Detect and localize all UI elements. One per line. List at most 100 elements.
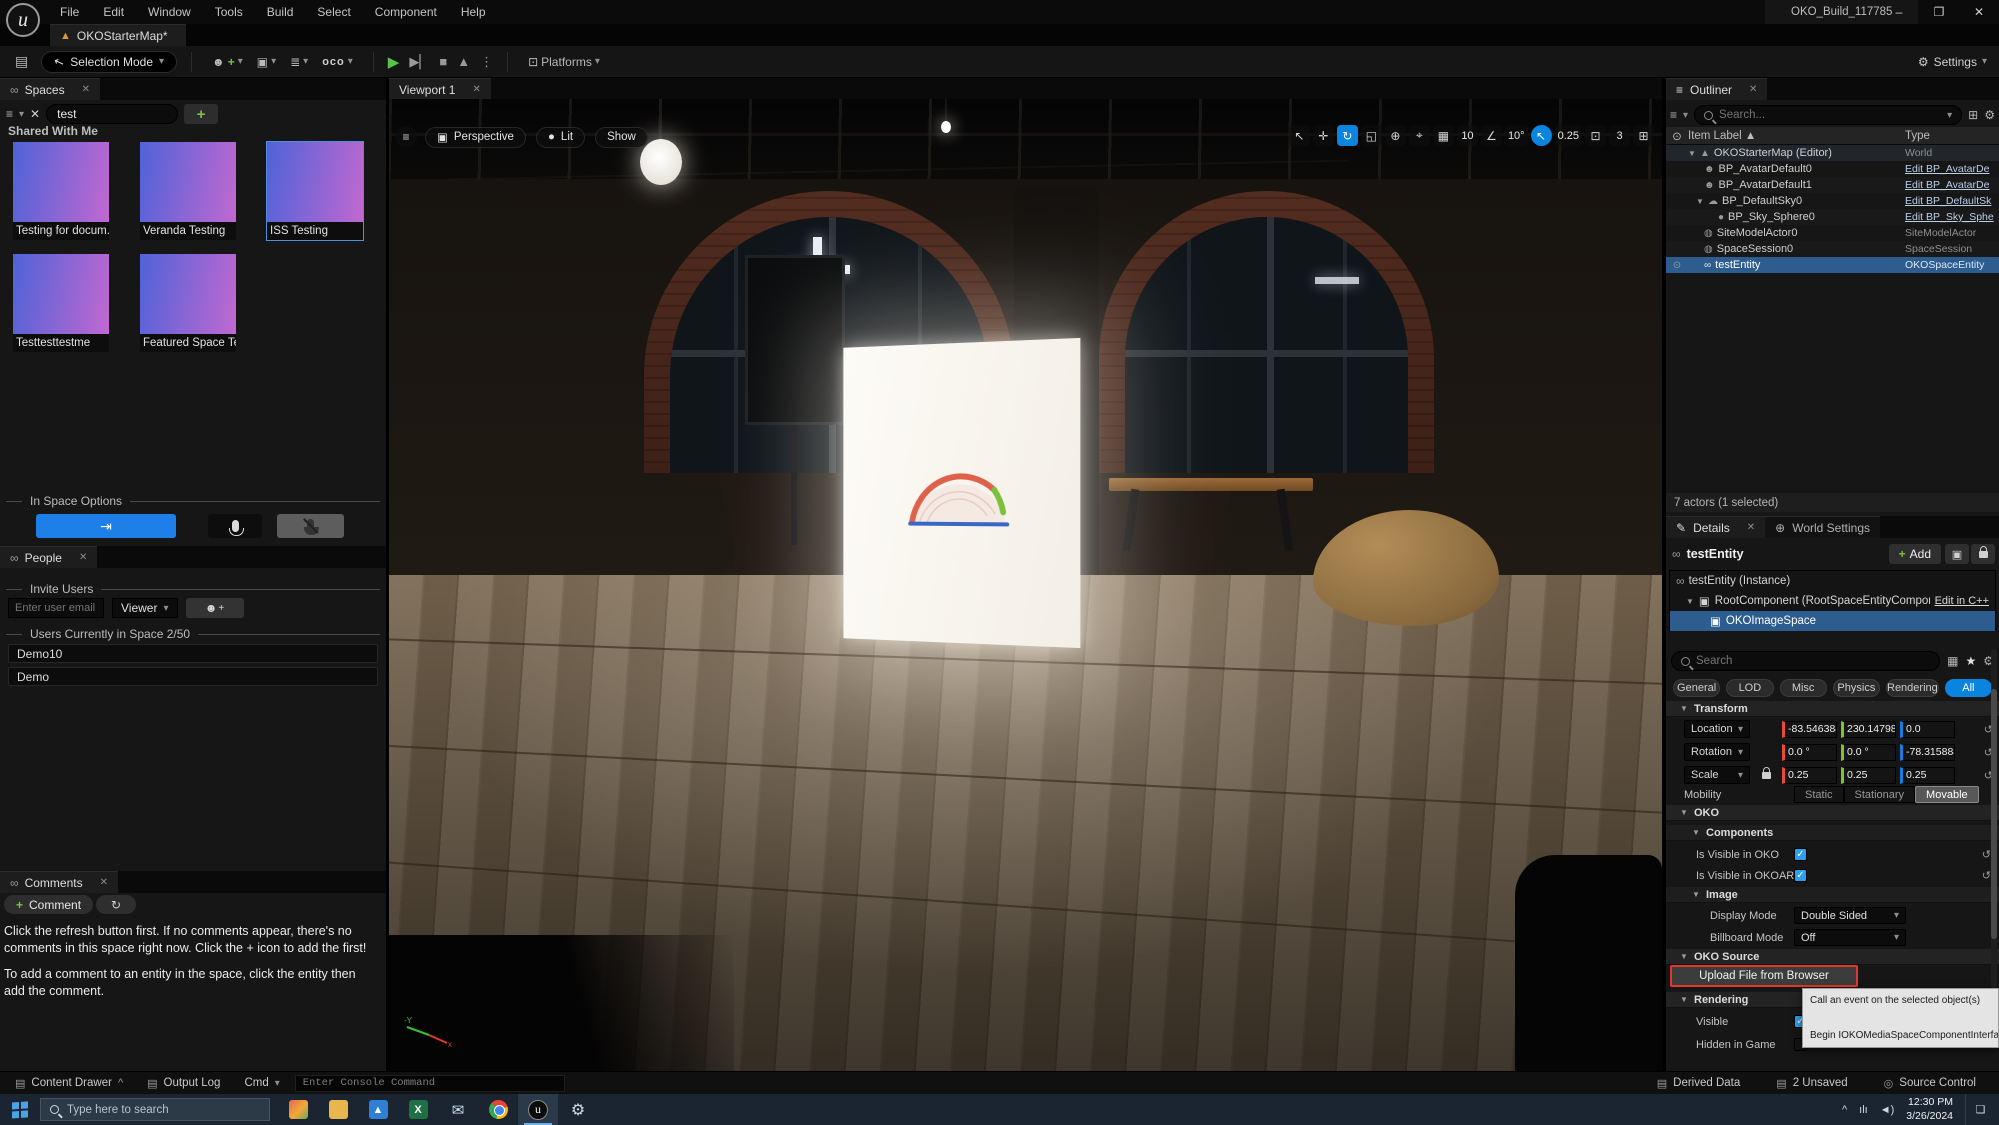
section-oko-source[interactable]: ▼OKO Source	[1666, 949, 1999, 965]
settings-dropdown[interactable]: ⚙ Settings ▾	[1918, 55, 1987, 69]
camera-count-value[interactable]: 3	[1609, 125, 1630, 146]
lit-dropdown[interactable]: ● Lit	[536, 127, 585, 148]
output-log-button[interactable]: ▤ Output Log	[138, 1072, 229, 1095]
location-z-field[interactable]: 0.0	[1900, 721, 1955, 738]
space-card-testing-docs[interactable]: Testing for docum...	[13, 142, 109, 240]
menu-build[interactable]: Build	[257, 1, 304, 23]
outliner-row-world[interactable]: ▼▲OKOStarterMap (Editor) World	[1666, 145, 1999, 161]
favorites-star-icon[interactable]: ★	[1965, 654, 1976, 668]
scale-lock-icon[interactable]	[1762, 772, 1771, 779]
user-row-demo10[interactable]: Demo10	[8, 644, 378, 663]
restore-button[interactable]: ❐	[1919, 0, 1959, 24]
close-icon[interactable]: ✕	[82, 84, 90, 95]
rotate-tool[interactable]: ↻	[1337, 125, 1358, 146]
type-column[interactable]: Type	[1905, 130, 1999, 142]
space-card-iss-testing[interactable]: ISS Testing	[267, 142, 363, 240]
filter-physics[interactable]: Physics	[1833, 679, 1880, 697]
eject-button[interactable]: ▲	[457, 54, 470, 69]
gear-icon[interactable]: ⚙	[1984, 108, 1995, 122]
unsaved-button[interactable]: ▤ 2 Unsaved	[1767, 1072, 1856, 1095]
mobility-movable[interactable]: Movable	[1915, 786, 1979, 803]
play-button[interactable]: ▶	[388, 53, 400, 71]
eye-icon[interactable]: ⊙	[1666, 129, 1688, 143]
filter-lod[interactable]: LOD	[1726, 679, 1773, 697]
details-search-input[interactable]	[1696, 655, 1930, 667]
convert-blueprint-button[interactable]: ▣	[1945, 544, 1969, 564]
lock-details-button[interactable]	[1971, 544, 1995, 564]
network-icon[interactable]: ılı	[1859, 1104, 1868, 1116]
mobility-static[interactable]: Static	[1794, 786, 1844, 803]
component-row-root[interactable]: ▼▣ RootComponent (RootSpaceEntityCompone…	[1670, 591, 1995, 611]
menu-component[interactable]: Component	[365, 1, 447, 23]
taskbar-app-explorer[interactable]	[318, 1094, 358, 1125]
outliner-row-sitemodel[interactable]: ◍SiteModelActor0 SiteModelActor	[1666, 225, 1999, 241]
space-card-veranda[interactable]: Veranda Testing	[140, 142, 236, 240]
outliner-row-avatar1[interactable]: ☻BP_AvatarDefault1 Edit BP_AvatarDe	[1666, 177, 1999, 193]
edit-in-cpp-link[interactable]: Edit in C++	[1935, 595, 1989, 607]
viewport-options-menu[interactable]: ≡	[395, 126, 417, 148]
play-options-dots[interactable]: ⋮	[480, 54, 493, 70]
volume-icon[interactable]: ◄)	[1880, 1104, 1895, 1116]
oko-dropdown[interactable]: oco ▾	[316, 56, 359, 68]
close-icon[interactable]: ✕	[100, 877, 108, 888]
component-row-okoimagespace[interactable]: ▣OKOImageSpace	[1670, 611, 1995, 631]
filter-rendering[interactable]: Rendering	[1886, 679, 1939, 697]
rotation-snap-value[interactable]: 10°	[1505, 125, 1528, 146]
close-icon[interactable]: ✕	[1749, 84, 1757, 95]
add-space-button[interactable]: +	[184, 104, 218, 124]
platforms-dropdown[interactable]: ⊡ Platforms ▾	[522, 55, 606, 69]
grid-snap-value[interactable]: 10	[1457, 125, 1478, 146]
location-x-field[interactable]: -83.546384	[1782, 721, 1837, 738]
image-space-panel[interactable]	[843, 338, 1080, 648]
hidden-icons-chevron[interactable]: ^	[1842, 1104, 1847, 1116]
outliner-row-skysphere[interactable]: ●BP_Sky_Sphere0 Edit BP_Sky_Sphe	[1666, 209, 1999, 225]
filter-icon[interactable]: ≡	[6, 107, 13, 121]
billboard-mode-dropdown[interactable]: Off▾	[1794, 929, 1906, 946]
filter-general[interactable]: General	[1673, 679, 1720, 697]
spaces-search-input[interactable]	[46, 104, 178, 124]
outliner-row-avatar0[interactable]: ☻BP_AvatarDefault0 Edit BP_AvatarDe	[1666, 161, 1999, 177]
cmd-dropdown[interactable]: Cmd ▾	[235, 1072, 288, 1095]
rotation-z-field[interactable]: -78.315888	[1900, 744, 1955, 761]
add-comment-button[interactable]: + Comment	[4, 895, 93, 914]
reset-icon[interactable]: ↺	[1982, 848, 1991, 861]
space-card-featured[interactable]: Featured Space Test	[140, 254, 236, 352]
taskbar-app-photos[interactable]: ▲	[358, 1094, 398, 1125]
menu-edit[interactable]: Edit	[93, 1, 134, 23]
taskbar-clock[interactable]: 12:30 PM 3/26/2024	[1906, 1096, 1953, 1122]
reset-icon[interactable]: ↺	[1982, 869, 1991, 882]
close-icon[interactable]: ✕	[79, 552, 87, 563]
role-dropdown[interactable]: Viewer ▾	[112, 598, 178, 618]
tab-viewport-1[interactable]: Viewport 1 ✕	[389, 78, 491, 100]
camera-icon[interactable]: ⊡	[1585, 125, 1606, 146]
rotation-dropdown[interactable]: Rotation▾	[1684, 743, 1750, 761]
taskbar-search-box[interactable]: Type here to search	[40, 1098, 270, 1121]
scale-dropdown[interactable]: Scale▾	[1684, 766, 1750, 784]
move-tool[interactable]: ✛	[1313, 125, 1334, 146]
mic-muted-button[interactable]	[277, 514, 344, 538]
action-center-button[interactable]: ❏	[1965, 1094, 1995, 1125]
tab-outliner[interactable]: ≡ Outliner ✕	[1666, 78, 1767, 100]
content-drawer-button[interactable]: ▤ Content Drawer ^	[6, 1072, 132, 1095]
outliner-search-input[interactable]	[1719, 109, 1941, 121]
perspective-dropdown[interactable]: ▣ Perspective	[425, 127, 526, 148]
filter-icon[interactable]: ≡	[1670, 108, 1677, 122]
is-visible-okoar-checkbox[interactable]: ✓	[1794, 869, 1807, 882]
clear-search-icon[interactable]: ✕	[30, 107, 40, 121]
skip-button[interactable]: ▶▏	[409, 54, 429, 70]
surface-snap-toggle[interactable]: ⌖	[1409, 125, 1430, 146]
scale-tool[interactable]: ◱	[1361, 125, 1382, 146]
maximize-viewport[interactable]: ⊞	[1633, 125, 1654, 146]
tab-comments[interactable]: ∞ Comments ✕	[0, 871, 118, 893]
section-transform[interactable]: ▼Transform	[1666, 701, 1999, 717]
details-search-pill[interactable]	[1671, 651, 1940, 671]
section-oko[interactable]: ▼OKO	[1666, 805, 1999, 821]
menu-file[interactable]: File	[50, 1, 89, 23]
cinematics-dropdown[interactable]: ≣ ▾	[284, 55, 314, 69]
scale-y-field[interactable]: 0.25	[1841, 767, 1896, 784]
console-command-input[interactable]: Enter Console Command	[295, 1075, 565, 1092]
taskbar-app-excel[interactable]: X	[398, 1094, 438, 1125]
source-control-button[interactable]: ◎ Source Control	[1875, 1072, 1985, 1095]
taskbar-app-mail[interactable]: ✉	[438, 1094, 478, 1125]
upload-file-from-browser-button[interactable]: Upload File from Browser	[1672, 967, 1856, 985]
